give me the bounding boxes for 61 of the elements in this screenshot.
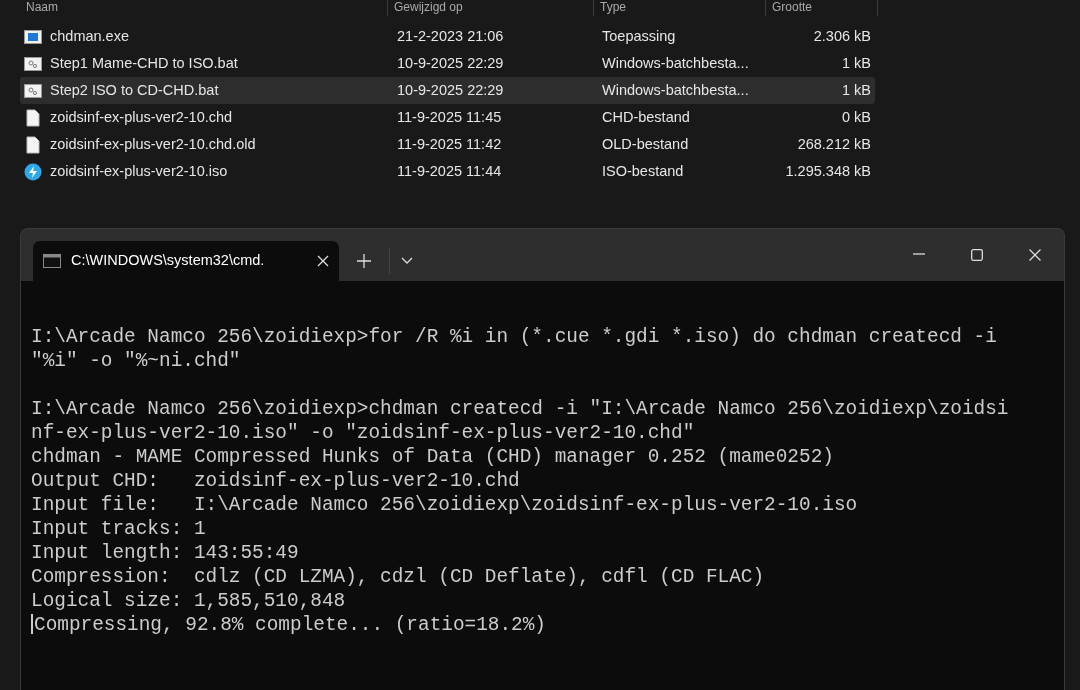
terminal-tab[interactable]: C:\WINDOWS\system32\cmd.	[33, 241, 339, 281]
maximize-icon	[971, 249, 983, 261]
close-icon	[1029, 249, 1041, 261]
application-icon	[24, 27, 42, 46]
file-row[interactable]: zoidsinf-ex-plus-ver2-10.chd.old 11-9-2025 11:42 OLD-bestand 268.212 kB	[20, 131, 875, 158]
file-date: 11-9-2025 11:42	[396, 134, 503, 154]
console-line: Input length: 143:55:49	[31, 542, 299, 564]
file-row[interactable]: zoidsinf-ex-plus-ver2-10.iso 11-9-2025 11:44 ISO-bestand 1.295.348 kB	[20, 158, 875, 185]
file-date: 10-9-2025 22:29	[396, 53, 505, 73]
plus-icon	[357, 254, 371, 268]
console-line: Compressing, 92.8% complete... (ratio=18.2%)	[34, 614, 546, 636]
file-name: Step2 ISO to CD-CHD.bat	[50, 80, 219, 100]
file-size: 0 kB	[841, 107, 871, 127]
file-date: 11-9-2025 11:45	[396, 107, 503, 127]
console-line: Logical size: 1,585,510,848	[31, 590, 346, 612]
tab-title: C:\WINDOWS\system32\cmd.	[71, 251, 266, 271]
file-type: ISO-bestand	[601, 161, 685, 181]
console-line: Input tracks: 1	[31, 518, 206, 540]
file-type: Windows-batchbesta...	[601, 80, 750, 100]
file-name: chdman.exe	[50, 26, 129, 46]
console-line: Compression: cdlz (CD LZMA), cdzl (CD Deflate), cdfl (CD FLAC)	[31, 566, 765, 588]
gears-icon	[24, 81, 42, 100]
document-icon	[24, 135, 42, 154]
file-size: 1 kB	[841, 53, 871, 73]
file-name: zoidsinf-ex-plus-ver2-10.iso	[50, 161, 228, 181]
column-header[interactable]: Grootte	[766, 0, 813, 14]
lightning-disc-icon	[24, 162, 42, 181]
close-icon	[317, 255, 329, 267]
file-type: OLD-bestand	[601, 134, 690, 154]
console-line: nf-ex-plus-ver2-10.iso" -o "zoidsinf-ex-plus-ver2-10.chd"	[31, 422, 695, 444]
file-date: 10-9-2025 22:29	[396, 80, 505, 100]
file-row[interactable]: chdman.exe 21-2-2023 21:06 Toepassing 2.306 kB	[20, 23, 875, 50]
console-line: chdman - MAME Compressed Hunks of Data (CHD) manager 0.252 (mame0252)	[31, 446, 834, 468]
file-type: Windows-batchbesta...	[601, 53, 750, 73]
file-row[interactable]: Step2 ISO to CD-CHD.bat 10-9-2025 22:29 Windows-batchbesta... 1 kB	[20, 77, 875, 104]
file-date: 21-2-2023 21:06	[396, 26, 505, 46]
tab-close-button[interactable]	[317, 255, 329, 267]
file-size: 1.295.348 kB	[784, 161, 871, 181]
file-size: 2.306 kB	[812, 26, 871, 46]
file-name: zoidsinf-ex-plus-ver2-10.chd.old	[50, 134, 256, 154]
file-type: Toepassing	[601, 26, 677, 46]
console-line: I:\Arcade Namco 256\zoidiexp>for /R %i in (*.cue *.gdi *.iso) do chdman createcd -i	[31, 326, 997, 348]
gears-icon	[24, 54, 42, 73]
console-line: Input file: I:\Arcade Namco 256\zoidiexp\zoidsinf-ex-plus-ver2-10.iso	[31, 494, 858, 516]
console-line: Output CHD: zoidsinf-ex-plus-ver2-10.chd	[31, 470, 520, 492]
file-name: Step1 Mame-CHD to ISO.bat	[50, 53, 238, 73]
file-row[interactable]: Step1 Mame-CHD to ISO.bat 10-9-2025 22:29 Windows-batchbesta... 1 kB	[20, 50, 875, 77]
console-line: "%i" -o "%~ni.chd"	[31, 350, 241, 372]
column-header[interactable]: Naam	[20, 0, 58, 14]
file-row[interactable]: zoidsinf-ex-plus-ver2-10.chd 11-9-2025 11:45 CHD-bestand 0 kB	[20, 104, 875, 131]
file-type: CHD-bestand	[601, 107, 691, 127]
console-line: I:\Arcade Namco 256\zoidiexp>chdman createcd -i "I:\Arcade Namco 256\zoidiexp\zoidsi	[31, 398, 1009, 420]
file-size: 268.212 kB	[796, 134, 871, 154]
document-icon	[24, 108, 42, 127]
column-header[interactable]: Gewijzigd op	[388, 0, 463, 14]
file-name: zoidsinf-ex-plus-ver2-10.chd	[50, 107, 233, 127]
column-header[interactable]: Type	[594, 0, 626, 14]
terminal-icon	[43, 254, 61, 268]
chevron-down-icon	[401, 257, 413, 265]
file-date: 11-9-2025 11:44	[396, 161, 503, 181]
file-size: 1 kB	[841, 80, 871, 100]
